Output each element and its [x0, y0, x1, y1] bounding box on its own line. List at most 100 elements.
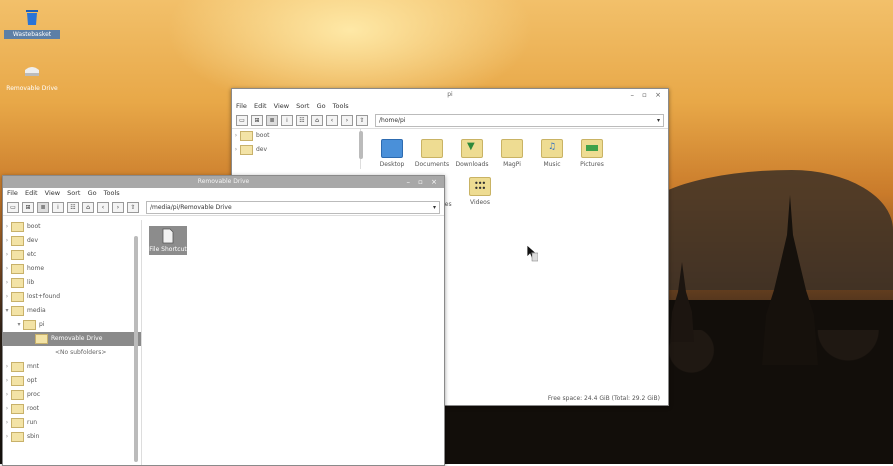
file-label: File Shortcut [149, 246, 187, 253]
scrollbar[interactable] [134, 236, 138, 462]
menu-view[interactable]: View [45, 189, 60, 197]
compact-view-icon[interactable]: ⁞ [52, 201, 64, 213]
tree-item[interactable]: › proc [3, 388, 141, 402]
folder-item-magpi[interactable]: MagPi [492, 139, 532, 168]
tree-item[interactable]: › home [3, 262, 141, 276]
temple-silhouette [762, 195, 818, 365]
window-controls[interactable]: – ▫ × [406, 176, 440, 188]
folder-icon [11, 375, 24, 386]
chevron-down-icon[interactable]: ▾ [657, 115, 663, 126]
window-title: pi [447, 91, 453, 98]
folder-item-documents[interactable]: Documents [412, 139, 452, 168]
folder-item-pictures[interactable]: Pictures [572, 139, 612, 168]
menu-sort[interactable]: Sort [296, 102, 309, 110]
tree-item[interactable]: › sbin [3, 430, 141, 444]
tree-item[interactable]: › dev [232, 143, 360, 157]
menu-edit[interactable]: Edit [254, 102, 267, 110]
tree-item[interactable]: › opt [3, 374, 141, 388]
icon-view-icon[interactable]: ⊞ [251, 114, 263, 126]
folder-icon [240, 130, 253, 141]
menu-go[interactable]: Go [88, 189, 97, 197]
home-icon[interactable]: ⌂ [311, 114, 323, 126]
menu-sort[interactable]: Sort [67, 189, 80, 197]
new-window-icon[interactable]: ▭ [7, 201, 19, 213]
folder-item-desktop[interactable]: Desktop [372, 139, 412, 168]
window-controls[interactable]: – ▫ × [630, 89, 664, 101]
desktop-folder-icon [381, 139, 403, 158]
window-titlebar[interactable]: Removable Drive – ▫ × [3, 176, 444, 188]
mouse-cursor-icon [526, 244, 538, 262]
folder-icon [11, 249, 24, 260]
folder-item-music[interactable]: ♫ Music [532, 139, 572, 168]
tree-item[interactable]: › boot [3, 220, 141, 234]
menu-edit[interactable]: Edit [25, 189, 38, 197]
forward-icon[interactable]: › [112, 201, 124, 213]
tree-item[interactable]: ▾ media [3, 304, 141, 318]
folder-icon [240, 144, 253, 155]
file-manager-window-removable-drive[interactable]: Removable Drive – ▫ × File Edit View Sor… [2, 175, 445, 466]
path-bar[interactable]: /media/pi/Removable Drive ▾ [146, 200, 440, 214]
tree-item[interactable]: › lib [3, 276, 141, 290]
menu-file[interactable]: File [236, 102, 247, 110]
menu-tools[interactable]: Tools [104, 189, 120, 197]
detail-view-icon[interactable]: ☷ [67, 201, 79, 213]
tree-item-selected[interactable]: Removable Drive [3, 332, 141, 346]
file-icon [162, 228, 174, 244]
compact-view-icon[interactable]: ⁞ [281, 114, 293, 126]
forward-icon[interactable]: › [341, 114, 353, 126]
folder-icon [501, 139, 523, 158]
folder-icon [11, 305, 24, 316]
folder-icon [11, 277, 24, 288]
chevron-down-icon[interactable]: ▾ [433, 202, 439, 213]
window-titlebar[interactable]: pi – ▫ × [232, 89, 668, 101]
path-text: /home/pi [379, 116, 406, 124]
menu-file[interactable]: File [7, 189, 18, 197]
menu-tools[interactable]: Tools [333, 102, 349, 110]
small-temple-silhouette [670, 262, 694, 342]
folder-icon [11, 403, 24, 414]
tree-item[interactable]: › boot [232, 129, 360, 143]
tree-item[interactable]: › lost+found [3, 290, 141, 304]
tree-item[interactable]: ▾ pi [3, 318, 141, 332]
desktop-icon-label: Removable Drive [6, 85, 58, 92]
path-bar[interactable]: /home/pi ▾ [375, 113, 664, 127]
tree-item[interactable]: › etc [3, 248, 141, 262]
folder-icon [11, 235, 24, 246]
list-view-icon[interactable]: ≣ [266, 114, 278, 126]
back-icon[interactable]: ‹ [97, 201, 109, 213]
icon-view-icon[interactable]: ⊞ [22, 201, 34, 213]
scrollbar[interactable] [359, 131, 363, 159]
desktop-icon-label: Wastebasket [4, 30, 60, 39]
up-icon[interactable]: ⇧ [127, 201, 139, 213]
folder-icon [11, 291, 24, 302]
toolbar: ▭ ⊞ ≣ ⁞ ☷ ⌂ ‹ › ⇧ /media/pi/Removable Dr… [3, 199, 444, 216]
up-icon[interactable]: ⇧ [356, 114, 368, 126]
home-icon[interactable]: ⌂ [82, 201, 94, 213]
desktop-icon-removable-drive[interactable]: Removable Drive [4, 62, 60, 93]
folder-icon [11, 361, 24, 372]
desktop-icon-wastebasket[interactable]: Wastebasket [4, 8, 60, 39]
tree-item[interactable]: › dev [3, 234, 141, 248]
folder-icon [11, 417, 24, 428]
toolbar: ▭ ⊞ ≣ ⁞ ☷ ⌂ ‹ › ⇧ /home/pi ▾ [232, 112, 668, 129]
tree-item[interactable]: › run [3, 416, 141, 430]
new-window-icon[interactable]: ▭ [236, 114, 248, 126]
menu-view[interactable]: View [274, 102, 289, 110]
list-view-icon[interactable]: ≣ [37, 201, 49, 213]
folder-item-videos[interactable]: ••• ••• Videos [460, 177, 500, 206]
back-icon[interactable]: ‹ [326, 114, 338, 126]
file-grid: Desktop Documents ▼ Downloads MagPi ♫ Mu… [372, 139, 662, 174]
detail-view-icon[interactable]: ☷ [296, 114, 308, 126]
folder-icon [23, 319, 36, 330]
directory-tree: › boot › dev [232, 129, 361, 169]
folder-item-downloads[interactable]: ▼ Downloads [452, 139, 492, 168]
file-item-selected[interactable]: File Shortcut [149, 226, 187, 255]
menubar: File Edit View Sort Go Tools [232, 101, 668, 112]
folder-icon [11, 389, 24, 400]
tree-item[interactable]: › mnt [3, 360, 141, 374]
menu-go[interactable]: Go [317, 102, 326, 110]
window-title: Removable Drive [197, 178, 250, 185]
folder-icon [11, 221, 24, 232]
tree-item[interactable]: › root [3, 402, 141, 416]
trash-icon [26, 10, 38, 25]
